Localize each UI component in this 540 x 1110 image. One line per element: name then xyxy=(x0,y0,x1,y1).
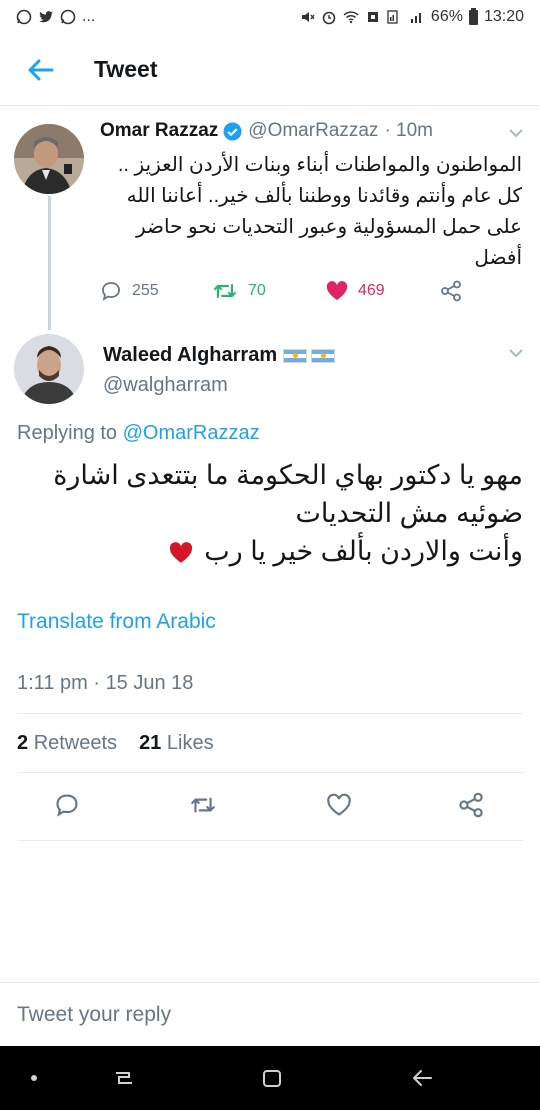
divider xyxy=(17,713,523,714)
share-action[interactable] xyxy=(440,280,462,302)
recent-apps-button[interactable] xyxy=(108,1062,140,1094)
translate-link[interactable]: Translate from Arabic xyxy=(17,610,216,634)
share-icon xyxy=(459,792,483,818)
heart-filled-icon xyxy=(326,281,348,300)
focused-tweet-text: مهو يا دكتور بهاي الحكومة ما بتتعدى اشار… xyxy=(17,456,523,570)
text-line: مهو يا دكتور بهاي الحكومة ما بتتعدى اشار… xyxy=(53,460,523,490)
text-line: وأنت والاردن بألف خير يا رب xyxy=(204,536,523,566)
reply-input[interactable] xyxy=(17,1002,517,1027)
retweet-icon xyxy=(191,797,215,813)
arrow-left-icon xyxy=(28,59,54,80)
system-navigation-bar xyxy=(0,1046,540,1110)
author-name[interactable]: Waleed Algharram xyxy=(103,344,277,367)
battery-icon xyxy=(468,7,478,25)
more-notifications-indicator: ... xyxy=(82,8,96,25)
reply-count: 255 xyxy=(132,282,159,299)
whatsapp-icon xyxy=(16,9,32,25)
wifi-icon xyxy=(343,11,359,24)
author-handle[interactable]: @walgharram xyxy=(103,374,228,397)
nav-dot-button[interactable] xyxy=(18,1062,50,1094)
verified-badge-icon xyxy=(223,121,242,141)
chevron-down-icon[interactable] xyxy=(508,128,524,138)
text-line: ضوئيه مش التحديات xyxy=(295,498,523,528)
home-square-icon xyxy=(263,1070,281,1087)
text-line-with-emoji: وأنت والاردن بألف خير يا رب xyxy=(17,532,523,570)
text-line: كل عام وأنتم وقائدنا ووطننا بألف خير.. أ… xyxy=(126,185,522,207)
home-button[interactable] xyxy=(256,1062,288,1094)
reply-composer xyxy=(0,982,540,1046)
retweets-label: Retweets xyxy=(33,732,118,754)
sim-signal-icon xyxy=(387,10,398,24)
retweet-action[interactable]: 70 xyxy=(212,280,266,302)
top-app-bar: Tweet xyxy=(0,34,540,106)
divider xyxy=(17,840,523,841)
retweet-button[interactable] xyxy=(186,788,220,822)
likes-stat[interactable]: 21 Likes xyxy=(139,732,214,755)
parent-tweet-header: Omar Razzaz @OmarRazzaz · 10m xyxy=(100,120,524,142)
tweet-age: · 10m xyxy=(384,120,434,141)
argentina-flag-icon xyxy=(311,348,336,363)
like-action[interactable]: 469 xyxy=(326,281,385,301)
avatar[interactable] xyxy=(14,124,84,194)
text-line: المواطنون والمواطنات أبناء وبنات الأردن … xyxy=(117,154,522,176)
text-line: على حمل المسؤولية وعبور التحديات نحو حاض… xyxy=(135,216,522,238)
back-nav-button[interactable] xyxy=(406,1062,438,1094)
focused-tweet-header: Waleed Algharram @walgharram xyxy=(0,332,540,418)
mute-icon xyxy=(301,12,315,22)
retweet-icon xyxy=(214,284,236,298)
tweet-timestamp: 1:11 pm · 15 Jun 18 xyxy=(17,672,194,694)
reply-bubble-icon xyxy=(56,794,78,817)
text-line: أفضل xyxy=(474,247,522,269)
page-title: Tweet xyxy=(94,56,158,82)
whatsapp-icon xyxy=(60,9,76,25)
focused-tweet-actions xyxy=(0,788,540,822)
tweet-stats: 2 Retweets 21 Likes xyxy=(17,732,214,755)
back-arrow-icon xyxy=(412,1070,432,1086)
clock: 13:20 xyxy=(483,8,524,25)
argentina-flag-icon xyxy=(283,348,308,363)
alarm-icon xyxy=(322,11,336,25)
share-icon xyxy=(441,280,461,302)
retweet-total: 2 xyxy=(17,732,29,754)
avatar-image xyxy=(14,124,84,194)
replying-to-line: Replying to @OmarRazzaz xyxy=(17,422,260,445)
notification-icons: ... xyxy=(16,8,95,26)
share-button[interactable] xyxy=(454,788,488,822)
twitter-bird-icon xyxy=(39,11,53,23)
replying-to-label: Replying to xyxy=(17,422,118,444)
thread-connector xyxy=(48,196,51,330)
dot-icon xyxy=(31,1075,37,1081)
likes-label: Likes xyxy=(166,732,214,754)
heart-outline-icon xyxy=(327,793,351,816)
avatar-image xyxy=(14,334,84,404)
system-status: 66% 13:20 xyxy=(299,7,524,26)
replying-to-link[interactable]: @OmarRazzaz xyxy=(123,422,260,444)
retweets-stat[interactable]: 2 Retweets xyxy=(17,732,117,755)
avatar[interactable] xyxy=(14,334,84,404)
like-count: 469 xyxy=(358,282,385,299)
reply-action[interactable]: 255 xyxy=(100,280,159,302)
reply-button[interactable] xyxy=(50,788,84,822)
retweet-count: 70 xyxy=(248,282,266,299)
back-button[interactable] xyxy=(10,40,70,100)
chevron-down-icon[interactable] xyxy=(508,348,524,358)
battery-percent: 66% xyxy=(430,8,463,25)
parent-tweet-text: المواطنون والمواطنات أبناء وبنات الأردن … xyxy=(100,150,522,274)
author-name-row: Waleed Algharram xyxy=(103,344,336,367)
like-total: 21 xyxy=(139,732,162,754)
status-bar: ... 66% 13:20 xyxy=(0,0,540,34)
signal-bars-icon xyxy=(410,13,421,23)
recent-apps-icon xyxy=(116,1072,132,1084)
like-button[interactable] xyxy=(322,788,356,822)
author-name[interactable]: Omar Razzaz xyxy=(100,120,218,142)
data-saver-icon xyxy=(367,12,378,22)
reply-bubble-icon xyxy=(102,282,120,301)
divider xyxy=(17,772,523,773)
author-handle[interactable]: @OmarRazzaz xyxy=(248,120,378,142)
red-heart-emoji-icon xyxy=(169,542,192,563)
